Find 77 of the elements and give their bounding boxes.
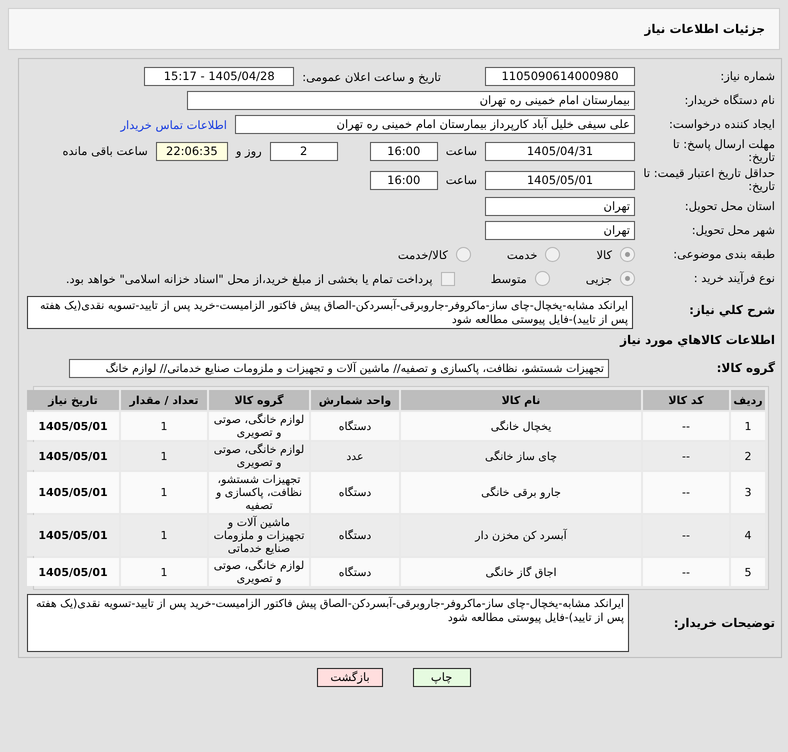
- field-label: ایجاد کننده درخواست:: [668, 118, 775, 131]
- print-button[interactable]: چاپ: [412, 668, 471, 687]
- table-cell: --: [643, 472, 729, 513]
- buyer-notes-box[interactable]: ایرانکد مشابه-یخچال-چای ساز-ماکروفر-جاروبرقی-آبسردکن-الصاق پیش فاکتور الزامیست-خرید پس از تایید-تسویه نقدی(یک هفته پس از تایید)-فایل پیوستی مطالعه شود: [27, 594, 629, 652]
- page-title: جزئیات اطلاعات نیاز: [644, 22, 765, 36]
- table-cell: --: [643, 412, 729, 440]
- radio-label: کالا: [596, 248, 612, 262]
- radio-label: کالا/خدمت: [398, 248, 448, 262]
- column-header: تعداد / مقدار: [121, 390, 207, 410]
- field-label: نام دستگاه خریدار:: [683, 94, 775, 107]
- announce-date-field: 1405/04/28 - 15:17: [144, 67, 294, 86]
- section-heading: اطلاعات کالاهاي مورد نياز: [618, 333, 775, 347]
- radio-button[interactable]: [456, 247, 471, 262]
- table-cell: 1405/05/01: [27, 558, 119, 586]
- field-label: تاریخ و ساعت اعلان عمومی:: [302, 70, 441, 84]
- table-cell: 1: [121, 558, 207, 586]
- remaining-label: ساعت باقی مانده: [62, 144, 148, 158]
- table-cell: لوازم خانگی، صوتی و تصویری: [209, 558, 309, 586]
- table-cell: 1: [121, 472, 207, 513]
- time-field: 16:00: [370, 170, 438, 190]
- table-cell: دستگاه: [311, 472, 399, 513]
- date-field: 1405/05/01: [485, 170, 635, 190]
- field-label: توضیحات خریدار:: [672, 616, 775, 630]
- date-field: 1405/04/31: [485, 142, 635, 160]
- province-field: تهران: [485, 197, 635, 216]
- table-cell: --: [643, 558, 729, 586]
- buyer-org-field: بیمارستان امام خمینی ره تهران: [187, 91, 635, 110]
- description-box[interactable]: ایرانکد مشابه-یخچال-چای ساز-ماکروفر-جاروبرقی-آبسردکن-الصاق پیش فاکتور الزامیست-خرید پس از تایید-تسویه نقدی(یک هفته پس از تایید)-فایل پیوستی مطالعه شود: [27, 296, 633, 329]
- radio-button[interactable]: [545, 247, 560, 262]
- column-header: تاریخ نیاز: [27, 390, 119, 410]
- table-cell: یخچال خانگی: [401, 412, 641, 440]
- need-number-field: 1105090614000980: [485, 67, 635, 86]
- contact-link[interactable]: اطلاعات تماس خریدار: [120, 118, 227, 132]
- radio-label: متوسط: [490, 272, 527, 286]
- column-header: واحد شمارش: [311, 390, 399, 410]
- time-label: ساعت: [446, 144, 477, 158]
- days-label: روز و: [236, 144, 262, 158]
- checkbox-label: پرداخت تمام یا بخشی از مبلغ خرید،از محل "اسناد خزانه اسلامی" خواهد بود.: [66, 272, 433, 286]
- remaining-time-field: 22:06:35: [156, 142, 228, 160]
- field-label: شماره نیاز:: [719, 70, 775, 83]
- table-cell: دستگاه: [311, 412, 399, 440]
- field-label: مهلت ارسال پاسخ: تا تاریخ:: [672, 138, 775, 164]
- days-field: 2: [270, 142, 338, 160]
- time-field: 16:00: [370, 142, 438, 160]
- table-cell: 3: [731, 472, 765, 513]
- field-label: شرح کلي نياز:: [688, 302, 775, 317]
- back-button[interactable]: بازگشت: [317, 668, 383, 687]
- table-cell: 5: [731, 558, 765, 586]
- table-cell: دستگاه: [311, 558, 399, 586]
- radio-label: جزیی: [586, 272, 612, 286]
- column-header: ردیف: [731, 390, 765, 410]
- column-header: کد کالا: [643, 390, 729, 410]
- field-label: گروه کالا:: [716, 362, 775, 375]
- checkbox[interactable]: [440, 272, 455, 286]
- table-cell: تجهیزات شستشو، نظافت، پاکسازی و تصفیه: [209, 472, 309, 513]
- field-label: استان محل تحویل:: [684, 200, 775, 213]
- radio-button[interactable]: [620, 247, 635, 262]
- field-label: شهر محل تحویل:: [690, 224, 775, 237]
- field-label: نوع فرآیند خرید :: [692, 272, 775, 285]
- table-cell: جارو برقی خانگی: [401, 472, 641, 513]
- city-field: تهران: [485, 221, 635, 240]
- table-cell: لوازم خانگی، صوتی و تصویری: [209, 412, 309, 440]
- field-label: حداقل تاریخ اعتبار قیمت: تا تاریخ:: [643, 167, 775, 193]
- radio-button[interactable]: [534, 271, 550, 286]
- field-label: طبقه بندی موضوعی:: [672, 248, 775, 261]
- time-label: ساعت: [446, 173, 477, 187]
- radio-button[interactable]: [620, 271, 635, 286]
- column-header: گروه کالا: [209, 390, 309, 410]
- creator-field: علی سیفی خلیل آباد کارپرداز بیمارستان امام خمینی ره تهران: [235, 115, 635, 134]
- radio-label: خدمت: [506, 248, 538, 262]
- table-cell: اجاق گاز خانگی: [401, 558, 641, 586]
- table-cell: 1405/05/01: [27, 412, 119, 440]
- goods-group-field: تجهیزات شستشو، نظافت، پاکسازی و تصفیه// ماشین آلات و تجهیزات و ملزومات صنایع خدماتی// لوازم خانگ: [69, 359, 609, 378]
- table-cell: 1405/05/01: [27, 472, 119, 513]
- table-cell: 1: [731, 412, 765, 440]
- column-header: نام کالا: [401, 390, 641, 410]
- table-cell: 1: [121, 412, 207, 440]
